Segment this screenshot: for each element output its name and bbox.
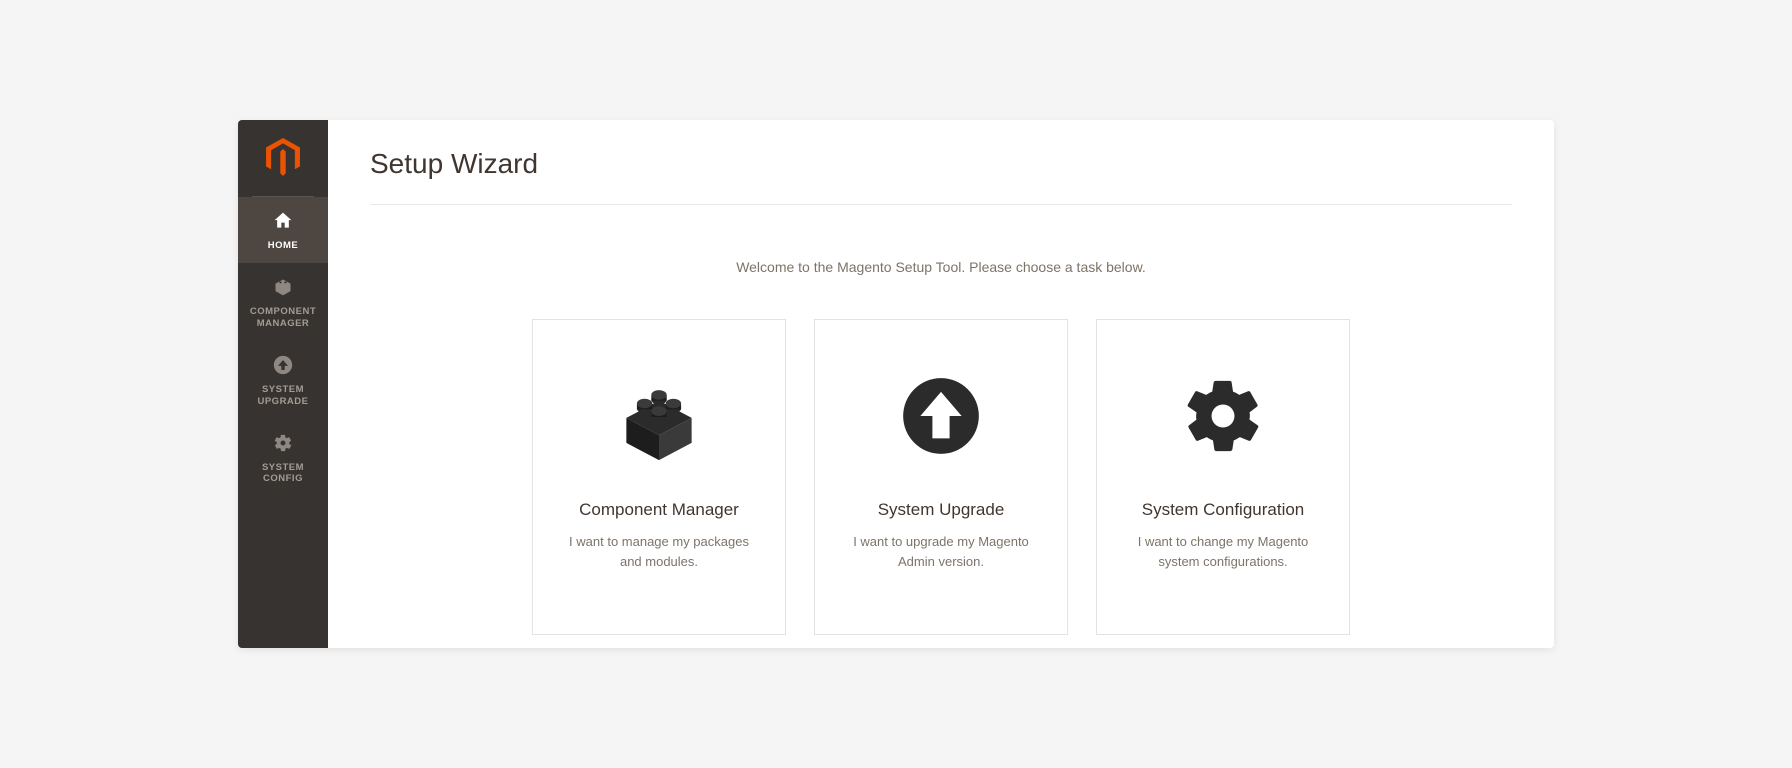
block-icon — [611, 360, 707, 472]
sidebar-item-label: HOME — [268, 240, 299, 251]
card-desc: I want to manage my packages and modules… — [557, 532, 761, 571]
sidebar-item-label: SYSTEM CONFIG — [242, 462, 324, 485]
card-row: Component Manager I want to manage my pa… — [370, 319, 1512, 635]
main-content: Setup Wizard Welcome to the Magento Setu… — [328, 120, 1554, 648]
card-title: System Upgrade — [878, 500, 1005, 520]
card-desc: I want to change my Magento system confi… — [1121, 532, 1325, 571]
gear-icon — [1180, 360, 1266, 472]
gear-icon — [273, 433, 293, 458]
card-desc: I want to upgrade my Magento Admin versi… — [839, 532, 1043, 571]
card-title: Component Manager — [579, 500, 739, 520]
sidebar: HOME COMPONENT MANAGER SYSTEM UPGRADE — [238, 120, 328, 648]
upgrade-icon — [273, 355, 293, 380]
logo — [238, 120, 328, 197]
sidebar-item-system-upgrade[interactable]: SYSTEM UPGRADE — [238, 341, 328, 419]
sidebar-item-home[interactable]: HOME — [238, 197, 328, 263]
welcome-text: Welcome to the Magento Setup Tool. Pleas… — [370, 259, 1512, 275]
app-frame: HOME COMPONENT MANAGER SYSTEM UPGRADE — [238, 120, 1554, 648]
block-icon — [272, 277, 294, 302]
card-title: System Configuration — [1142, 500, 1305, 520]
sidebar-item-system-config[interactable]: SYSTEM CONFIG — [238, 419, 328, 497]
home-icon — [272, 211, 294, 236]
page-title: Setup Wizard — [370, 120, 1512, 205]
card-system-configuration[interactable]: System Configuration I want to change my… — [1096, 319, 1350, 635]
upgrade-icon — [898, 360, 984, 472]
card-component-manager[interactable]: Component Manager I want to manage my pa… — [532, 319, 786, 635]
sidebar-item-component-manager[interactable]: COMPONENT MANAGER — [238, 263, 328, 341]
sidebar-item-label: COMPONENT MANAGER — [242, 306, 324, 329]
card-system-upgrade[interactable]: System Upgrade I want to upgrade my Mage… — [814, 319, 1068, 635]
sidebar-item-label: SYSTEM UPGRADE — [242, 384, 324, 407]
magento-logo-icon — [266, 138, 300, 181]
